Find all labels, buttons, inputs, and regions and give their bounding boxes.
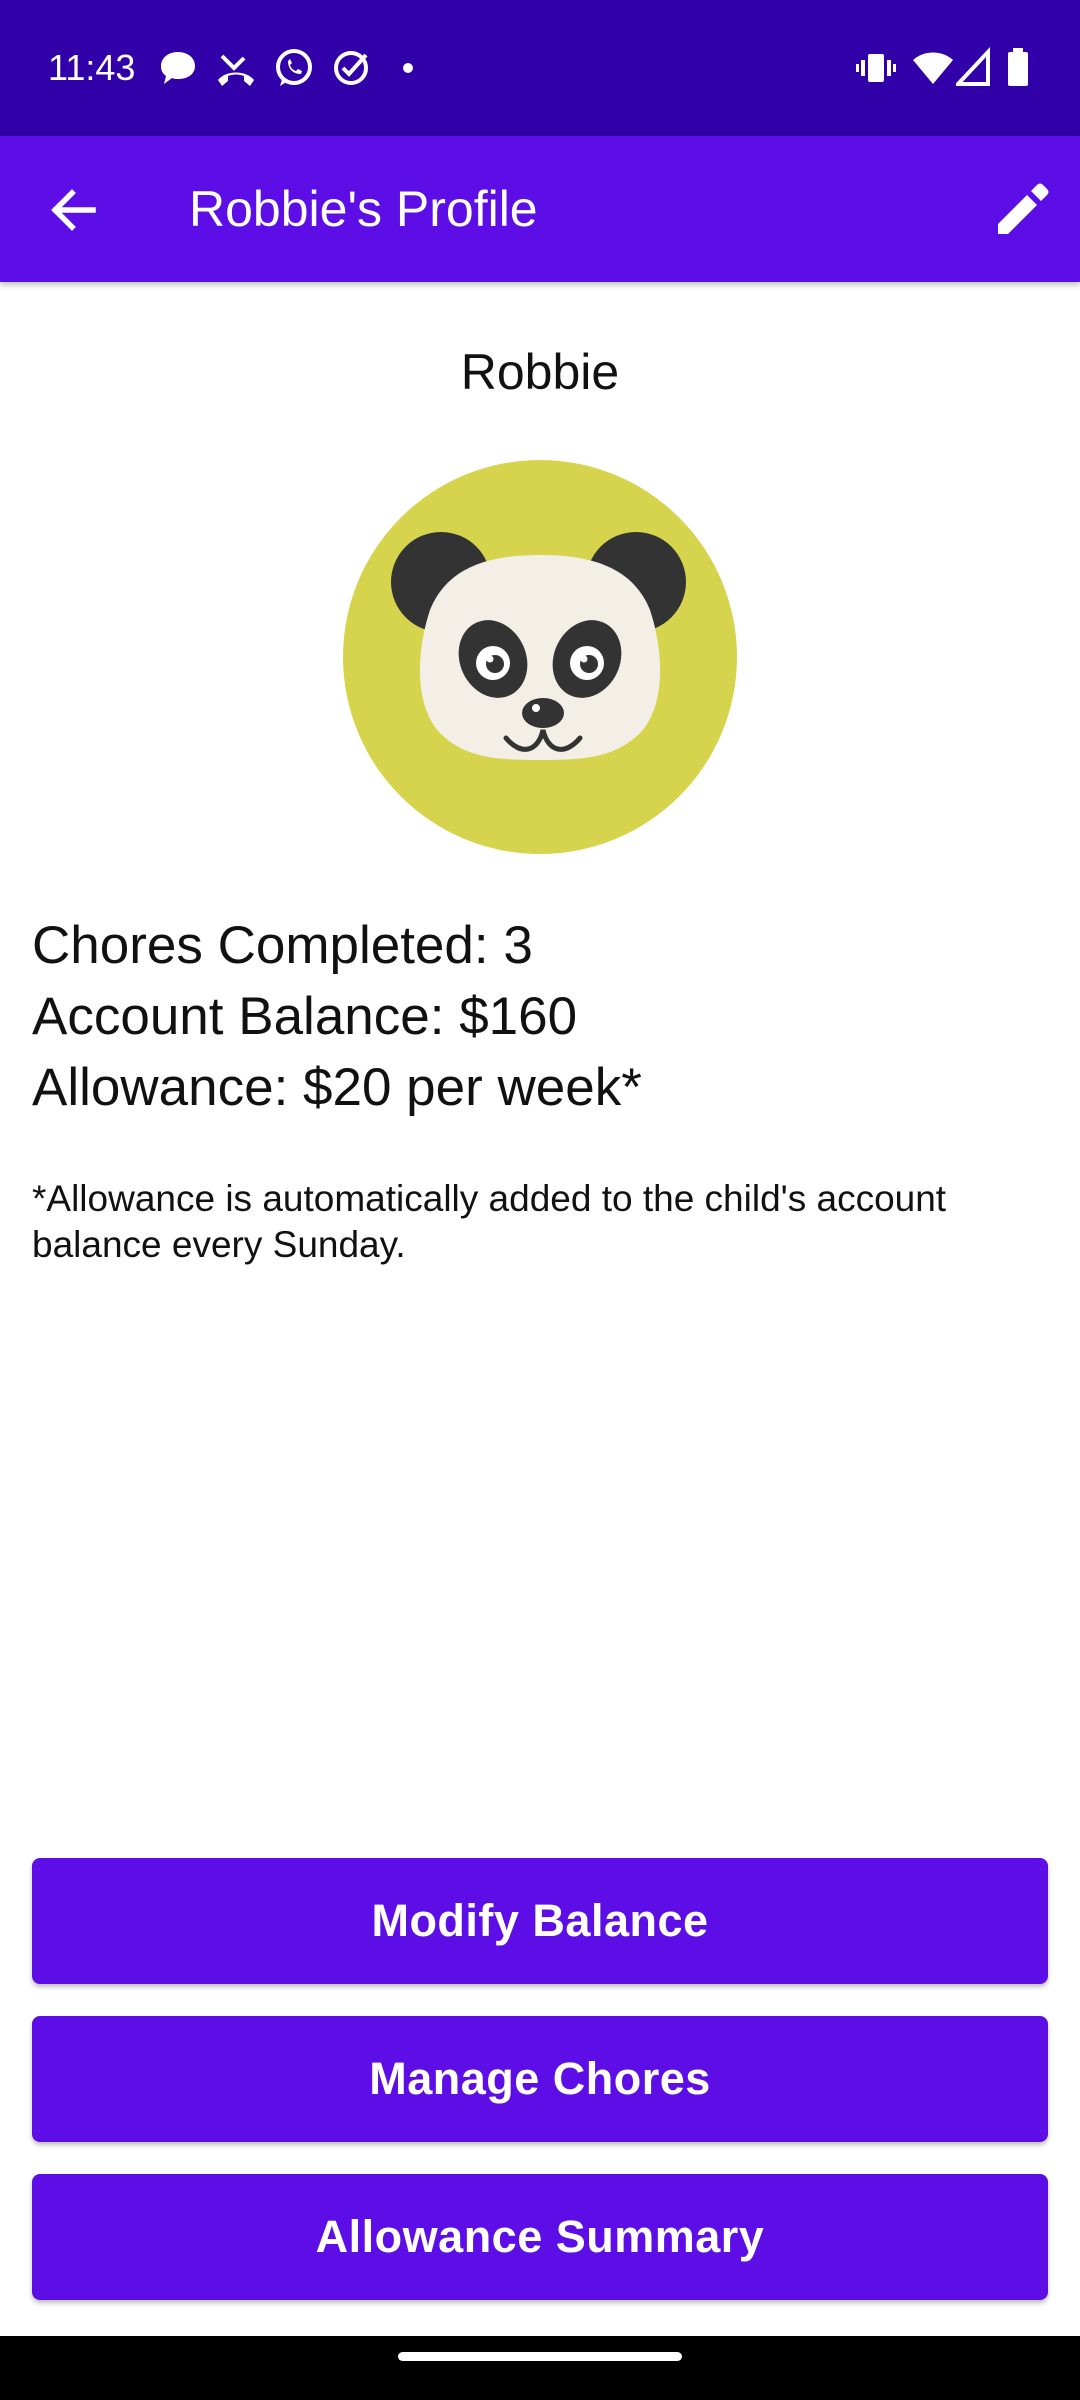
modify-balance-button[interactable]: Modify Balance <box>32 1858 1048 1984</box>
whatsapp-icon <box>276 49 312 86</box>
profile-stats: Chores Completed: 3 Account Balance: $16… <box>32 910 642 1123</box>
allowance-summary-button[interactable]: Allowance Summary <box>32 2174 1048 2300</box>
allowance: Allowance: $20 per week* <box>32 1058 642 1117</box>
chores-completed: Chores Completed: 3 <box>32 916 533 975</box>
edit-profile-button[interactable] <box>984 172 1060 248</box>
manage-chores-button[interactable]: Manage Chores <box>32 2016 1048 2142</box>
vibrate-icon <box>856 54 896 82</box>
missed-call-icon <box>218 54 254 86</box>
navigation-bar <box>0 2336 1080 2400</box>
system-icons <box>856 46 1032 90</box>
child-name: Robbie <box>460 344 620 400</box>
check-circle-icon <box>334 51 368 85</box>
signal-icon <box>956 46 990 86</box>
app-bar: Robbie's Profile <box>0 136 1080 282</box>
status-time: 11:43 <box>48 47 136 88</box>
page-title: Robbie's Profile <box>189 181 538 237</box>
battery-icon <box>1008 48 1028 86</box>
account-balance: Account Balance: $160 <box>32 987 578 1046</box>
message-icon <box>161 52 195 84</box>
wifi-icon <box>913 52 953 84</box>
allowance-note: *Allowance is automatically added to the… <box>32 1178 947 1265</box>
status-bar: 11:43 <box>0 0 1080 136</box>
pencil-icon <box>998 183 1049 234</box>
arrow-back-icon <box>51 189 96 231</box>
panda-avatar <box>343 460 737 854</box>
dot-icon <box>403 63 413 73</box>
back-button[interactable] <box>36 172 112 248</box>
home-indicator[interactable] <box>398 2352 682 2361</box>
